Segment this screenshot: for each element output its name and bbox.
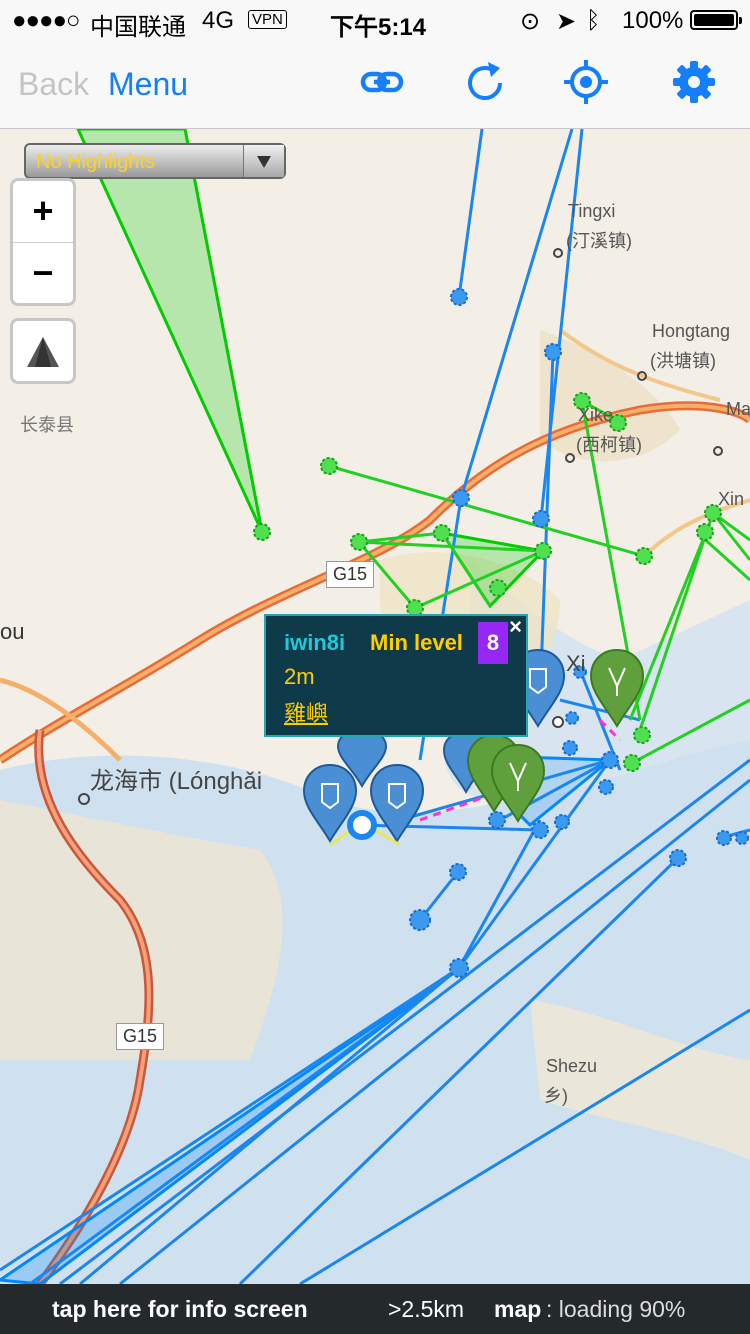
menu-button[interactable]: Menu	[108, 66, 188, 103]
place-label: Ma	[726, 399, 750, 419]
place-label: Shezu	[546, 1056, 598, 1076]
back-button[interactable]: Back	[18, 66, 89, 103]
chevron-down-icon[interactable]	[243, 145, 284, 177]
portal-owner-name[interactable]: iwin8i	[284, 630, 345, 656]
place-label: (汀溪镇)	[566, 231, 632, 251]
info-screen-link[interactable]: tap here for info screen	[52, 1296, 308, 1323]
battery-icon	[690, 10, 742, 30]
zoom-control: + −	[10, 178, 76, 306]
place-label: ou	[0, 619, 25, 644]
place-label: Xike	[578, 405, 614, 425]
place-label: 长泰县	[20, 415, 74, 435]
map-status-label: map	[494, 1296, 542, 1322]
info-bar[interactable]: tap here for info screen >2.5km map : lo…	[0, 1284, 750, 1334]
signal-strength: ●●●●○	[12, 7, 80, 34]
network-type: 4G	[202, 7, 235, 34]
portal-name-link[interactable]: 雞嶼	[284, 696, 328, 728]
place-label: (西柯镇)	[576, 435, 642, 455]
triangle-icon	[27, 337, 59, 367]
gear-icon[interactable]	[670, 58, 718, 106]
distance-readout: >2.5km	[388, 1296, 465, 1322]
locate-icon[interactable]	[562, 58, 610, 106]
highlight-dropdown[interactable]: No Highlights	[24, 143, 286, 179]
battery-percent: 100%	[622, 7, 684, 34]
enlightened-field	[76, 129, 264, 533]
zoom-in-button[interactable]: +	[13, 181, 73, 243]
place-label: Xi	[566, 651, 586, 676]
level-badge: 8	[478, 622, 508, 664]
refresh-icon[interactable]	[460, 58, 508, 106]
location-arrow-icon: ➤	[556, 8, 577, 35]
portal-popup[interactable]: iwin8i Min level 8 × 2m 雞嶼	[264, 614, 528, 737]
bluetooth-icon: ᛒ	[586, 7, 601, 34]
city-marker	[713, 446, 723, 456]
place-label: Xin	[718, 489, 745, 509]
place-label: 乡)	[544, 1086, 568, 1106]
city-marker	[552, 716, 564, 728]
layer-toggle-button[interactable]	[10, 318, 76, 384]
clock: 下午5:14	[330, 14, 427, 41]
selected-portal-marker	[347, 810, 377, 840]
place-label: Hongtang	[652, 321, 731, 341]
portal-distance: 2m	[284, 664, 315, 689]
vpn-badge: VPN	[248, 10, 287, 29]
min-level-label: Min level	[370, 630, 463, 655]
highway-shield: G15	[326, 561, 375, 588]
status-bar: ●●●●○ 中国联通 4G VPN 下午5:14 ⊙ ➤ ᛒ 100%	[0, 0, 750, 41]
place-label: 龙海市 (Lónghǎi	[90, 768, 263, 795]
highway-shield: G15	[116, 1023, 165, 1050]
link-icon[interactable]	[358, 58, 406, 106]
map-status-value: : loading 90%	[546, 1296, 686, 1322]
close-icon[interactable]: ×	[509, 614, 522, 640]
place-label: (洪塘镇)	[650, 351, 716, 371]
navigation-bar: Back Menu	[0, 40, 750, 129]
zoom-out-button[interactable]: −	[13, 243, 73, 304]
city-marker	[553, 248, 563, 258]
highlight-selected-value: No Highlights	[36, 151, 155, 173]
rotation-lock-icon: ⊙	[520, 8, 541, 35]
carrier-name: 中国联通	[90, 14, 186, 41]
place-label: Tingxi	[568, 201, 616, 221]
